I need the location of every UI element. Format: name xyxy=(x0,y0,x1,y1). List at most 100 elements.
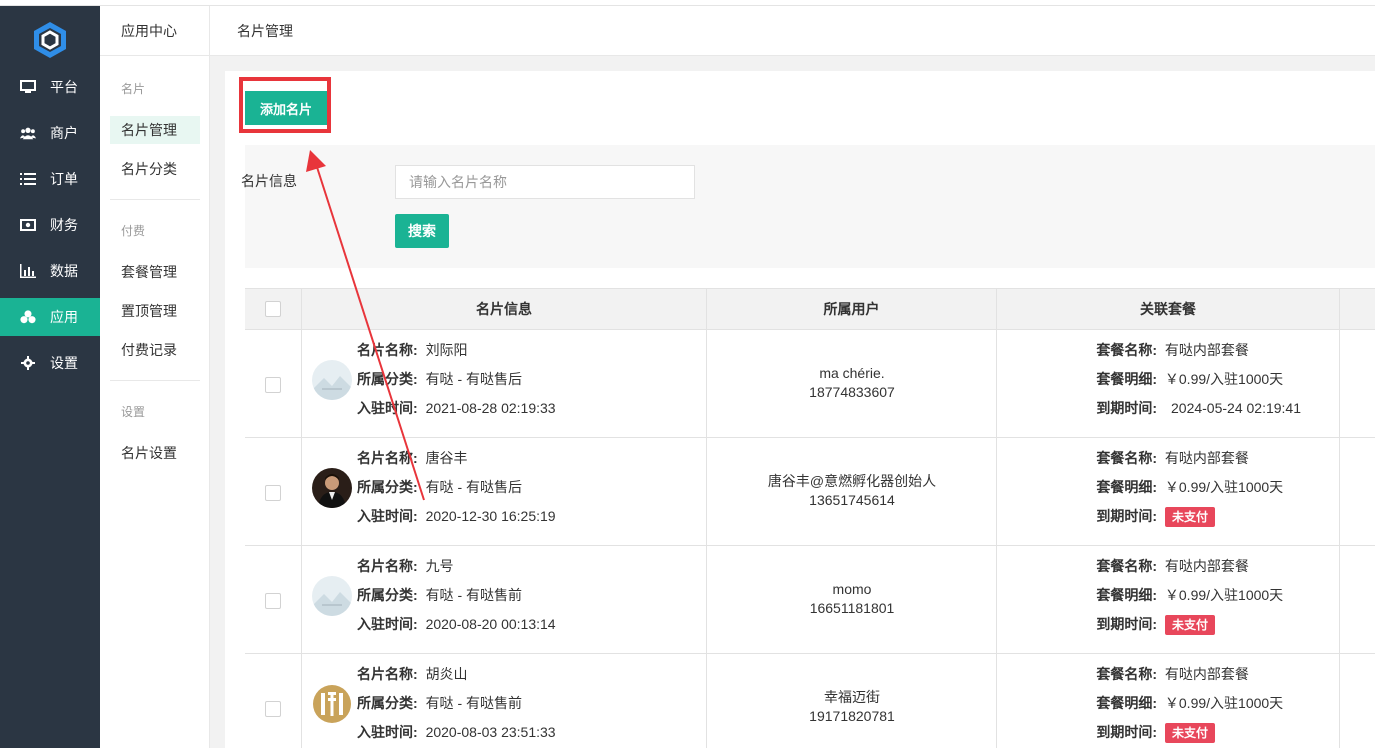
row-checkbox[interactable] xyxy=(265,701,281,717)
card-info-cell: 名片名称: 胡炎山所属分类: 有哒 - 有哒售前入驻时间: 2020-08-03… xyxy=(302,654,707,748)
card-category: 有哒 - 有哒售后 xyxy=(425,479,523,495)
package-expire-line: 到期时间: 未支付 xyxy=(1067,614,1216,636)
package-detail: ￥0.99/入驻1000天 xyxy=(1164,587,1284,603)
sidebar-item-list[interactable]: 订单 xyxy=(0,160,100,198)
package-name: 有哒内部套餐 xyxy=(1164,558,1249,574)
expire-value: 2024-05-24 02:19:41 xyxy=(1171,400,1301,416)
row-checkbox[interactable] xyxy=(265,377,281,393)
card-joined-key: 入驻时间: xyxy=(357,508,418,524)
page-title: 名片管理 xyxy=(237,23,293,39)
subnav-item-card-category[interactable]: 名片分类 xyxy=(110,155,200,183)
owner-cell: 幸福迈街 19171820781 xyxy=(707,654,997,748)
package-expire-key: 到期时间: xyxy=(1096,400,1157,416)
row-checkbox[interactable] xyxy=(265,593,281,609)
section-title-card: 名片 xyxy=(121,82,146,96)
owner-name: momo xyxy=(832,581,872,597)
app-logo-icon[interactable] xyxy=(30,20,70,60)
owner-phone: 13651745614 xyxy=(809,492,895,508)
card-table: 名片信息 所属用户 关联套餐 名片名称: 刘际阳 所属分类: 有哒 - 有哒售后入… xyxy=(245,288,1375,748)
owner-cell: ma chérie. 18774833607 xyxy=(707,330,997,438)
package-detail-key: 套餐明细: xyxy=(1096,371,1157,387)
table-row[interactable]: 名片名称: 九号所属分类: 有哒 - 有哒售前入驻时间: 2020-08-20 … xyxy=(245,546,1375,654)
card-joined: 2020-08-20 00:13:14 xyxy=(425,616,556,632)
card-joined: 2021-08-28 02:19:33 xyxy=(425,400,556,416)
app-center-nav: 应用中心 名片 名片管理 名片分类 付费 套餐管理 置顶管理 付费记录 设置 名… xyxy=(100,6,210,748)
subnav-item-card-manage[interactable]: 名片管理 xyxy=(110,116,200,144)
package-name-key: 套餐名称: xyxy=(1096,450,1157,466)
filter-label: 名片信息 xyxy=(241,173,297,189)
card-category: 有哒 - 有哒售前 xyxy=(425,587,523,603)
package-cell: 套餐名称: 有哒内部套餐 套餐明细: ￥0.99/入驻1000天 到期时间: 未支付 xyxy=(997,654,1340,748)
card-name-line: 名片名称: 胡炎山 xyxy=(357,664,468,684)
package-detail-line: 套餐明细: ￥0.99/入驻1000天 xyxy=(1067,369,1283,389)
card-name: 刘际阳 xyxy=(425,342,468,358)
divider xyxy=(110,380,200,381)
header-owner[interactable]: 所属用户 xyxy=(707,289,997,330)
card-name-line: 名片名称: 刘际阳 xyxy=(357,340,468,360)
card-joined-line: 入驻时间: 2020-08-03 23:51:33 xyxy=(357,722,556,742)
card-joined: 2020-12-30 16:25:19 xyxy=(425,508,556,524)
card-name-line: 名片名称: 唐谷丰 xyxy=(357,448,468,468)
subnav-item-pin-manage[interactable]: 置顶管理 xyxy=(110,297,200,325)
owner-block: 唐谷丰@意燃孵化器创始人 13651745614 xyxy=(707,472,997,510)
filter-panel xyxy=(245,145,1375,268)
owner-phone: 19171820781 xyxy=(809,708,895,724)
main-panel: 添加名片 名片信息 搜索 名片信息 所属用户 关联套餐 名片名称: 刘际阳所属分… xyxy=(225,71,1375,748)
package-name-key: 套餐名称: xyxy=(1096,666,1157,682)
card-name-line: 名片名称: 九号 xyxy=(357,556,454,576)
sidebar-item-monitor[interactable]: 平台 xyxy=(0,68,100,106)
package-name-line: 套餐名称: 有哒内部套餐 xyxy=(1067,448,1249,468)
status-badge: 未支付 xyxy=(1165,723,1216,744)
breadcrumb: 名片管理 xyxy=(210,6,1375,56)
package-name: 有哒内部套餐 xyxy=(1164,666,1249,682)
row-checkbox[interactable] xyxy=(265,485,281,501)
subnav-item-package-manage[interactable]: 套餐管理 xyxy=(110,258,200,286)
owner-cell: 唐谷丰@意燃孵化器创始人 13651745614 xyxy=(707,438,997,546)
package-detail-key: 套餐明细: xyxy=(1096,587,1157,603)
select-cell xyxy=(245,438,302,546)
card-category-key: 所属分类: xyxy=(357,479,418,495)
header-package[interactable]: 关联套餐 xyxy=(997,289,1340,330)
package-name: 有哒内部套餐 xyxy=(1164,342,1249,358)
owner-cell: momo 16651181801 xyxy=(707,546,997,654)
package-name-key: 套餐名称: xyxy=(1096,558,1157,574)
package-detail: ￥0.99/入驻1000天 xyxy=(1164,479,1284,495)
card-category-key: 所属分类: xyxy=(357,695,418,711)
divider xyxy=(110,199,200,200)
users-icon xyxy=(20,125,36,141)
owner-name: ma chérie. xyxy=(819,365,885,381)
card-joined-line: 入驻时间: 2021-08-28 02:19:33 xyxy=(357,398,556,418)
package-name-line: 套餐名称: 有哒内部套餐 xyxy=(1067,556,1249,576)
money-icon xyxy=(20,217,36,233)
search-input[interactable] xyxy=(395,165,695,199)
table-row[interactable]: 名片名称: 唐谷丰 所属分类: 有哒 - 有哒售后 入驻时间: 2020-12-30… xyxy=(245,438,1375,546)
card-info-cell: 名片名称: 唐谷丰 所属分类: 有哒 - 有哒售后 入驻时间: 2020-12-30… xyxy=(302,438,707,546)
sidebar-item-users[interactable]: 商户 xyxy=(0,114,100,152)
table-row[interactable]: 名片名称: 刘际阳 所属分类: 有哒 - 有哒售后 入驻时间: 2021-08-28… xyxy=(245,330,1375,438)
sidebar-item-gear[interactable]: 设置 xyxy=(0,344,100,382)
sidebar-item-cubes[interactable]: 应用 xyxy=(0,298,100,336)
card-name: 九号 xyxy=(425,558,454,574)
card-category: 有哒 - 有哒售前 xyxy=(425,695,523,711)
subnav-header: 应用中心 xyxy=(100,6,210,56)
sidebar-item-label: 商户 xyxy=(50,125,78,141)
card-joined-key: 入驻时间: xyxy=(357,724,418,740)
sidebar-item-bar-chart[interactable]: 数据 xyxy=(0,252,100,290)
owner-block: momo 16651181801 xyxy=(707,580,997,618)
select-all-checkbox[interactable] xyxy=(265,301,281,317)
card-category-key: 所属分类: xyxy=(357,587,418,603)
owner-phone: 18774833607 xyxy=(809,384,895,400)
header-card-info[interactable]: 名片信息 xyxy=(302,289,707,330)
status-badge: 未支付 xyxy=(1165,507,1216,528)
package-name-key: 套餐名称: xyxy=(1096,342,1157,358)
owner-block: 幸福迈街 19171820781 xyxy=(707,688,997,726)
sidebar-item-label: 应用 xyxy=(50,309,78,325)
search-button[interactable]: 搜索 xyxy=(395,214,449,248)
card-joined-line: 入驻时间: 2020-08-20 00:13:14 xyxy=(357,614,556,634)
sidebar-item-money[interactable]: 财务 xyxy=(0,206,100,244)
select-cell xyxy=(245,330,302,438)
card-joined-line: 入驻时间: 2020-12-30 16:25:19 xyxy=(357,506,556,526)
subnav-item-pay-records[interactable]: 付费记录 xyxy=(110,336,200,364)
subnav-item-card-settings[interactable]: 名片设置 xyxy=(110,439,200,467)
table-row[interactable]: 名片名称: 胡炎山所属分类: 有哒 - 有哒售前入驻时间: 2020-08-03… xyxy=(245,654,1375,748)
